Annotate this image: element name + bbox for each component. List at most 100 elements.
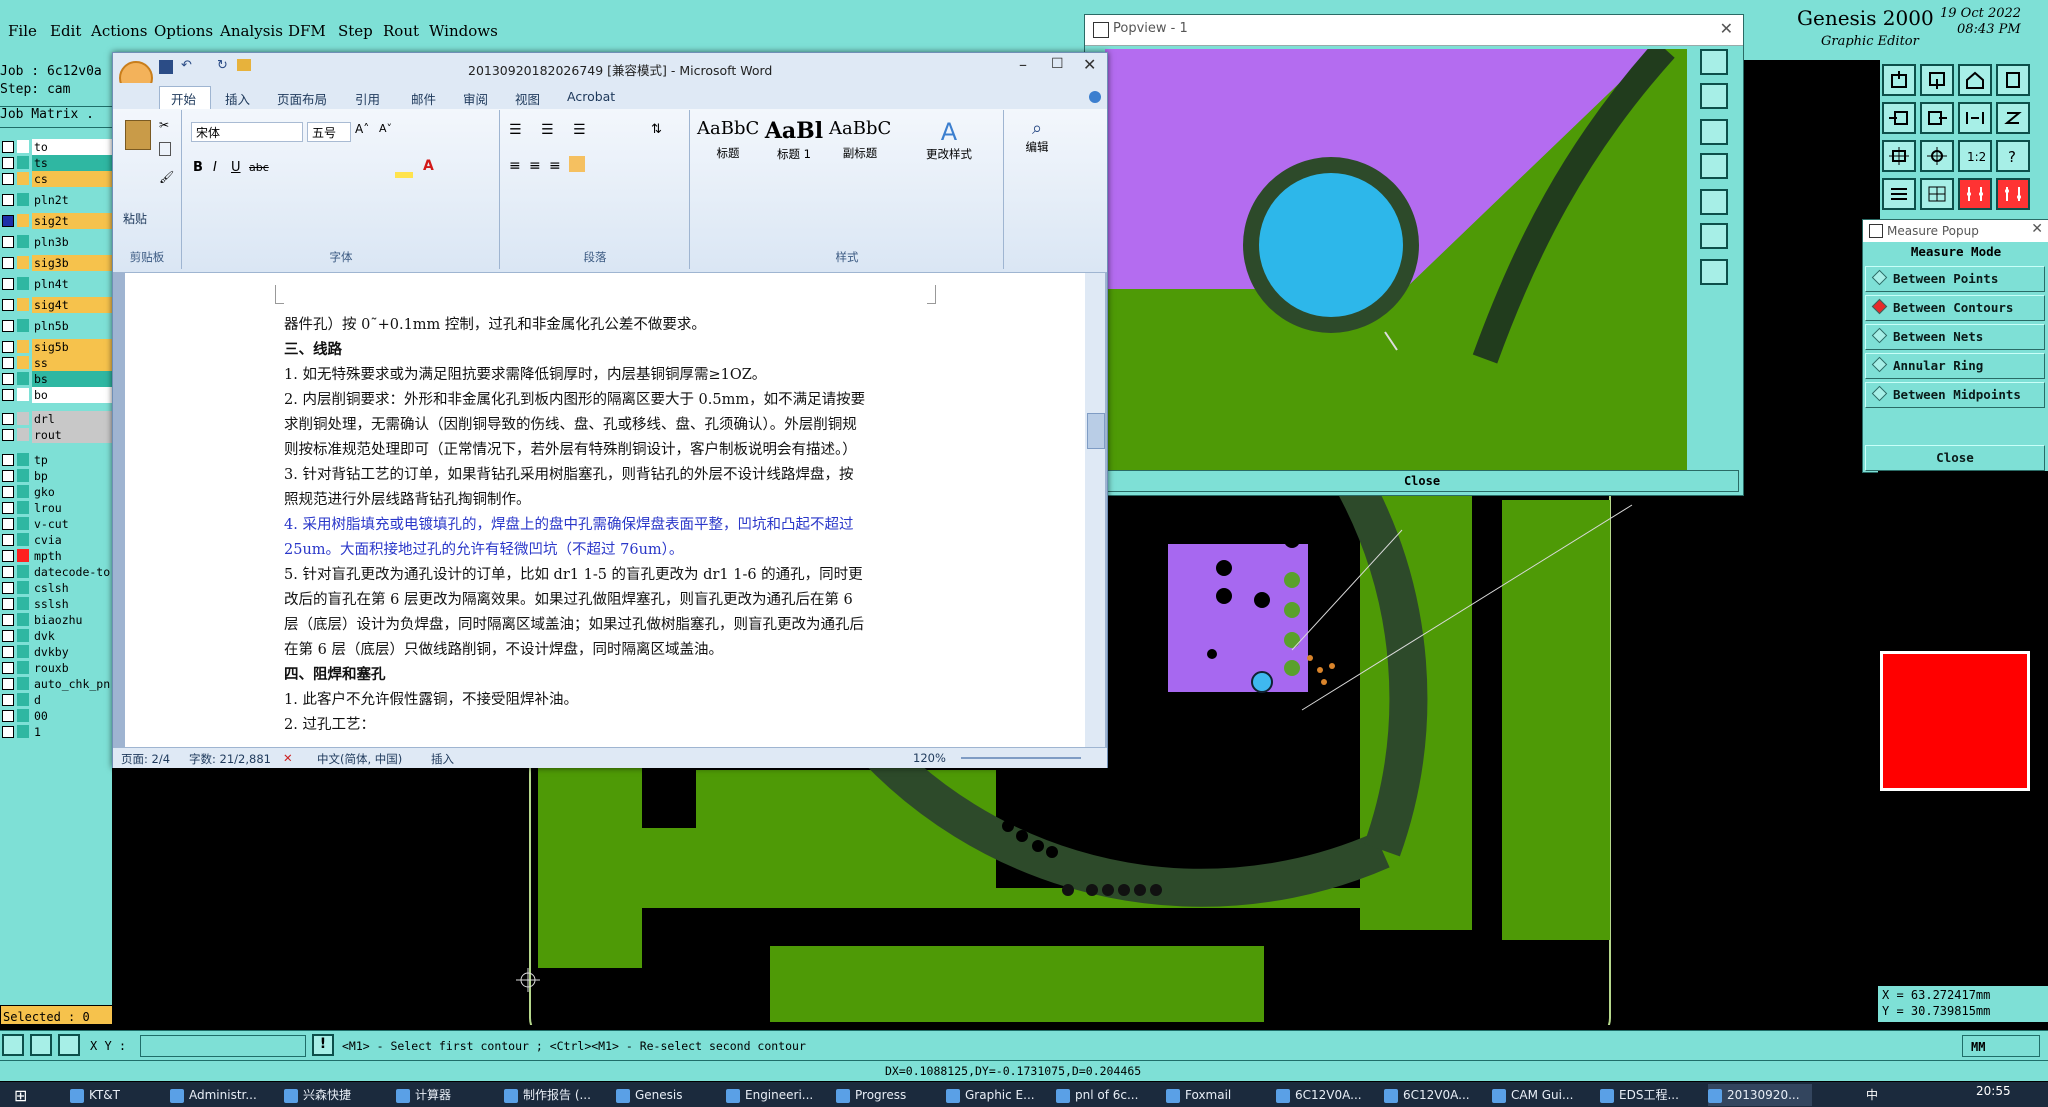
tab-page-layout[interactable]: 页面布局 (277, 89, 327, 108)
layer-name[interactable]: auto_chk_pn (32, 676, 112, 692)
close-icon[interactable]: ✕ (1720, 19, 1733, 38)
layer-checkbox[interactable] (2, 662, 14, 674)
change-styles-button[interactable]: A 更改样式 (919, 118, 979, 178)
layer-checkbox[interactable] (2, 614, 14, 626)
style-subtitle[interactable]: AaBbC 副标题 (829, 118, 891, 176)
taskbar-item[interactable]: pnl of 6c... (1056, 1084, 1160, 1106)
tool-button[interactable] (1920, 102, 1954, 134)
info-icon[interactable]: ! (312, 1034, 334, 1056)
layer-name[interactable]: sig2t (32, 213, 112, 229)
tab-insert[interactable]: 插入 (225, 89, 250, 108)
tool-button[interactable] (1700, 49, 1728, 75)
layer-checkbox[interactable] (2, 694, 14, 706)
tab-references[interactable]: 引用 (355, 89, 380, 108)
layer-name[interactable]: cslsh (32, 580, 112, 596)
copy-icon[interactable] (159, 142, 171, 156)
taskbar-item[interactable]: CAM Gui... (1492, 1084, 1596, 1106)
align-center-icon[interactable]: ≡ (529, 158, 541, 174)
layer-row[interactable]: gko (0, 484, 112, 500)
layer-name[interactable]: mpth (32, 548, 112, 564)
font-size-box[interactable]: 五号 (307, 122, 351, 142)
edit-button[interactable]: ⌕ 编辑 (1017, 118, 1057, 178)
tool-button[interactable] (1958, 102, 1992, 134)
layer-row[interactable]: sig5b (0, 339, 112, 355)
zoom-slider[interactable] (961, 757, 1081, 759)
taskbar-item[interactable]: 计算器 (396, 1084, 500, 1106)
redo-icon[interactable]: ↻ (217, 58, 228, 73)
layer-name[interactable]: d (32, 692, 112, 708)
layer-checkbox[interactable] (2, 518, 14, 530)
units-selector[interactable]: MM (1962, 1035, 2040, 1057)
highlight-icon[interactable] (395, 172, 413, 178)
scrollbar-thumb[interactable] (1087, 413, 1105, 449)
layer-row[interactable]: auto_chk_pn (0, 676, 112, 692)
layer-row[interactable]: cslsh (0, 580, 112, 596)
layer-checkbox[interactable] (2, 678, 14, 690)
layer-row[interactable]: sig4t (0, 297, 112, 313)
tab-mailings[interactable]: 邮件 (411, 89, 436, 108)
layer-checkbox[interactable] (2, 278, 14, 290)
numbering-icon[interactable]: ☰ (541, 122, 554, 138)
proofing-icon[interactable]: ✕ (283, 751, 293, 765)
layer-name[interactable]: sig4t (32, 297, 112, 313)
windows-start-icon[interactable]: ⊞ (14, 1086, 27, 1105)
clock[interactable]: 20:55 (1976, 1084, 2011, 1098)
tool-button-active[interactable] (1996, 178, 2030, 210)
layer-checkbox[interactable] (2, 726, 14, 738)
layer-checkbox[interactable] (2, 236, 14, 248)
zoom-fit-icon[interactable] (1882, 140, 1916, 172)
layer-name[interactable]: tp (32, 452, 112, 468)
layer-checkbox[interactable] (2, 157, 14, 169)
layer-name[interactable]: sslsh (32, 596, 112, 612)
layer-row[interactable]: dvkby (0, 644, 112, 660)
tool-button[interactable] (2, 1034, 24, 1056)
layer-name[interactable]: bs (32, 371, 112, 387)
layer-row[interactable]: sig3b (0, 255, 112, 271)
taskbar-item[interactable]: Progress (836, 1084, 940, 1106)
close-icon[interactable]: ✕ (1083, 55, 1096, 74)
justify-icon[interactable] (569, 156, 585, 172)
vertical-scrollbar[interactable] (1085, 273, 1105, 747)
home-icon[interactable] (1958, 64, 1992, 96)
menu-file[interactable]: File (8, 22, 37, 40)
layer-checkbox[interactable] (2, 373, 14, 385)
layer-row[interactable]: mpth (0, 548, 112, 564)
taskbar-item[interactable]: Administr... (170, 1084, 280, 1106)
close-icon[interactable]: ✕ (2031, 221, 2043, 237)
layer-name[interactable]: bo (32, 387, 112, 403)
layer-row[interactable]: bo (0, 387, 112, 403)
layer-name[interactable]: drl (32, 411, 112, 427)
ime-indicator[interactable]: 中 (1866, 1086, 1878, 1103)
job-matrix-button[interactable]: Job Matrix . (0, 106, 112, 128)
tool-button[interactable] (1996, 102, 2030, 134)
measure-between-points[interactable]: Between Points (1865, 266, 2045, 292)
tool-button[interactable] (1996, 64, 2030, 96)
measure-between-nets[interactable]: Between Nets (1865, 324, 2045, 350)
tool-button[interactable] (30, 1034, 52, 1056)
layer-row[interactable]: lrou (0, 500, 112, 516)
layer-name[interactable]: gko (32, 484, 112, 500)
popview-close-button[interactable]: Close (1105, 470, 1739, 492)
layer-row[interactable]: tp (0, 452, 112, 468)
layer-checkbox[interactable] (2, 630, 14, 642)
layer-row[interactable]: 1 (0, 724, 112, 740)
layer-row[interactable]: ss (0, 355, 112, 371)
maximize-icon[interactable]: ☐ (1051, 56, 1064, 72)
layer-checkbox[interactable] (2, 470, 14, 482)
tool-button[interactable] (1882, 102, 1916, 134)
layer-checkbox[interactable] (2, 341, 14, 353)
layer-checkbox[interactable] (2, 173, 14, 185)
layer-checkbox[interactable] (2, 299, 14, 311)
layer-checkbox[interactable] (2, 429, 14, 441)
taskbar-item[interactable]: 制作报告 (... (504, 1084, 608, 1106)
layer-row[interactable]: rouxb (0, 660, 112, 676)
taskbar-item[interactable]: EDS工程... (1600, 1084, 1704, 1106)
menu-rout[interactable]: Rout (383, 22, 419, 40)
layer-checkbox[interactable] (2, 582, 14, 594)
status-page[interactable]: 页面: 2/4 (121, 751, 170, 767)
tool-button[interactable] (58, 1034, 80, 1056)
tab-view[interactable]: 视图 (515, 89, 540, 108)
layer-row[interactable]: pln4t (0, 276, 112, 292)
layer-checkbox[interactable] (2, 566, 14, 578)
layer-row[interactable]: bs (0, 371, 112, 387)
